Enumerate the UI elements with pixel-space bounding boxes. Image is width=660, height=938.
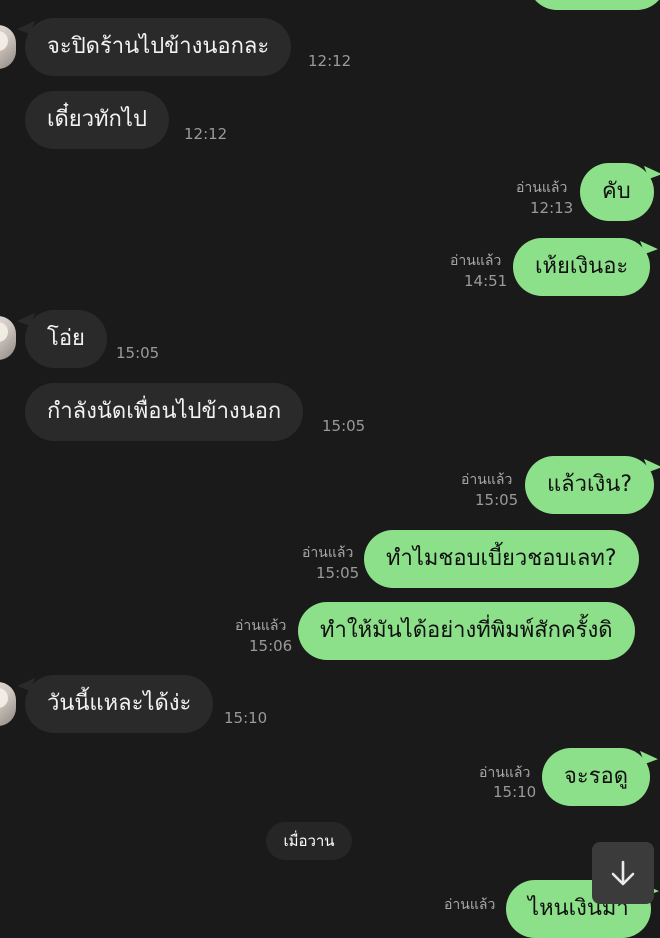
scroll-to-bottom-button[interactable] — [592, 842, 654, 904]
message-time: 12:13 — [530, 199, 574, 217]
message-time: 15:06 — [249, 637, 293, 655]
read-receipt: อ่านแล้ว — [235, 618, 287, 634]
message-bubble[interactable]: จะปิดร้านไปข้างนอกละ — [25, 18, 292, 76]
message-bubble[interactable]: แล้วเงิน? — [525, 456, 654, 514]
message-time: 12:12 — [184, 125, 228, 143]
message-time: 15:10 — [493, 783, 537, 801]
read-receipt: อ่านแล้ว — [479, 765, 531, 781]
message-bubble[interactable]: ทำให้มันได้อย่างที่พิมพ์สักครั้งดิ — [298, 602, 635, 660]
read-receipt: อ่านแล้ว — [450, 253, 502, 269]
date-separator: เมื่อวาน — [266, 822, 352, 860]
read-receipt: อ่านแล้ว — [461, 472, 513, 488]
arrow-down-icon — [611, 860, 635, 886]
message-bubble[interactable]: เดี๋ยวทักไป — [25, 91, 169, 149]
read-receipt: อ่านแล้ว — [444, 897, 496, 913]
message-bubble[interactable]: โอ่ย — [25, 310, 107, 368]
read-receipt: อ่านแล้ว — [302, 545, 354, 561]
message-bubble[interactable] — [528, 0, 660, 10]
avatar[interactable] — [0, 25, 16, 69]
message-bubble[interactable]: ทำไมชอบเบี้ยวชอบเลท? — [364, 530, 639, 588]
message-bubble[interactable]: วันนี้แหละได้ง่ะ — [25, 675, 214, 733]
avatar[interactable] — [0, 682, 16, 726]
message-bubble[interactable]: คับ — [580, 163, 654, 221]
message-time: 12:12 — [308, 52, 352, 70]
message-time: 14:51 — [464, 272, 508, 290]
read-receipt: อ่านแล้ว — [516, 180, 568, 196]
message-bubble[interactable]: จะรอดู — [542, 748, 651, 806]
message-time: 15:05 — [322, 417, 366, 435]
message-time: 15:05 — [116, 344, 160, 362]
avatar[interactable] — [0, 316, 16, 360]
message-time: 15:05 — [475, 491, 519, 509]
message-time: 15:05 — [316, 564, 360, 582]
message-bubble[interactable]: กำลังนัดเพื่อนไปข้างนอก — [25, 383, 304, 441]
message-time: 15:10 — [224, 709, 268, 727]
message-bubble[interactable]: เห้ยเงินอะ — [513, 238, 651, 296]
